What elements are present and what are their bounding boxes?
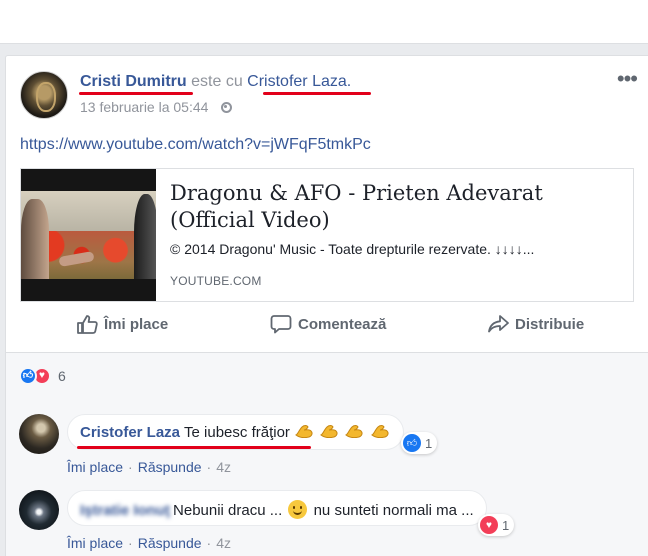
post-actions: Îmi place Comentează Distribuie (20, 308, 634, 344)
tagged-underline (263, 92, 371, 95)
like-button[interactable]: Îmi place (76, 314, 168, 334)
preview-description: © 2014 Dragonu' Music - Toate drepturile… (170, 241, 535, 257)
link-preview[interactable]: Dragonu & AFO - Prieten Adevarat (Offici… (20, 168, 634, 302)
reaction-count: 6 (58, 368, 66, 384)
post-timestamp[interactable]: 13 februarie la 05:44 (80, 99, 208, 115)
comment-reply-link[interactable]: Răspunde (138, 535, 202, 551)
author-avatar[interactable] (20, 71, 68, 119)
commenter-name-blurred[interactable]: Iştratie Ionuţ (80, 502, 170, 519)
comment-reaction-count: 1 (425, 435, 433, 451)
comment-like-link[interactable]: Îmi place (67, 459, 123, 475)
more-options-icon[interactable]: ••• (617, 68, 638, 90)
comment-text-end: nu sunteti normali ma ... (313, 502, 474, 519)
share-button[interactable]: Distribuie (487, 314, 584, 334)
like-reaction-icon: 👍︎ (19, 367, 37, 385)
flexed-biceps-icon (345, 425, 363, 438)
comment-reaction-count: 1 (502, 517, 510, 533)
comment-bubble: Iştratie Ionuţ Nebunii dracu ... nu sunte… (67, 490, 487, 526)
top-strip (0, 0, 648, 44)
post-card: Cristi Dumitru este cu Cristofer Laza. 1… (5, 55, 648, 556)
author-underline (79, 92, 193, 95)
public-globe-icon (221, 102, 233, 113)
comment-like-link[interactable]: Îmi place (67, 535, 123, 551)
commenter-name[interactable]: Cristofer Laza (80, 424, 180, 441)
post-header: Cristi Dumitru este cu Cristofer Laza. (80, 73, 351, 91)
author-name[interactable]: Cristi Dumitru (80, 73, 187, 90)
header-period: . (346, 73, 352, 90)
post-meta: 13 februarie la 05:44 (80, 99, 233, 115)
commenter-avatar[interactable] (19, 490, 59, 530)
flexed-biceps-icon (370, 425, 389, 438)
share-icon (488, 315, 509, 333)
comment-reaction-badge[interactable]: 👍︎ 1 (401, 432, 438, 454)
comment-button[interactable]: Comentează (270, 314, 386, 334)
reaction-summary[interactable]: 👍︎ ♥ 6 (19, 367, 66, 385)
comment-text: Te iubesc frăţior (184, 424, 290, 441)
smiley-emoji-icon (288, 500, 308, 519)
comment-icon (270, 315, 292, 334)
comment-reply-link[interactable]: Răspunde (138, 459, 202, 475)
like-label: Îmi place (104, 315, 169, 333)
comment-time[interactable]: 4z (216, 459, 231, 475)
flexed-biceps-icon (295, 425, 313, 438)
comment-reaction-badge[interactable]: ♥ 1 (478, 514, 515, 536)
preview-title[interactable]: Dragonu & AFO - Prieten Adevarat (Offici… (170, 180, 625, 234)
like-reaction-icon: 👍︎ (403, 434, 421, 452)
comment-actions: Îmi place · Răspunde · 4z (67, 535, 231, 551)
thumbs-up-icon (77, 315, 98, 334)
with-text: este cu (191, 73, 243, 90)
comment-label: Comentează (298, 315, 387, 333)
comment-actions: Îmi place · Răspunde · 4z (67, 459, 231, 475)
share-label: Distribuie (515, 315, 585, 333)
comment-underline (77, 446, 311, 449)
video-thumbnail[interactable] (21, 169, 156, 301)
preview-source: YOUTUBE.COM (170, 274, 262, 288)
love-reaction-icon: ♥ (480, 516, 498, 534)
tagged-person[interactable]: Cristofer Laza (247, 73, 347, 90)
muscle-emoji-icons (294, 424, 391, 441)
comment-time[interactable]: 4z (216, 535, 231, 551)
comment-bubble: Cristofer Laza Te iubesc frăţior (67, 414, 404, 450)
post-link[interactable]: https://www.youtube.com/watch?v=jWFqF5tm… (20, 136, 371, 154)
commenter-avatar[interactable] (19, 414, 59, 454)
flexed-biceps-icon (320, 425, 338, 438)
comment-text-start: Nebunii dracu ... (173, 502, 283, 519)
feedback-section: 👍︎ ♥ 6 Cristofer Laza Te iubesc frăţior 👍… (6, 353, 648, 556)
